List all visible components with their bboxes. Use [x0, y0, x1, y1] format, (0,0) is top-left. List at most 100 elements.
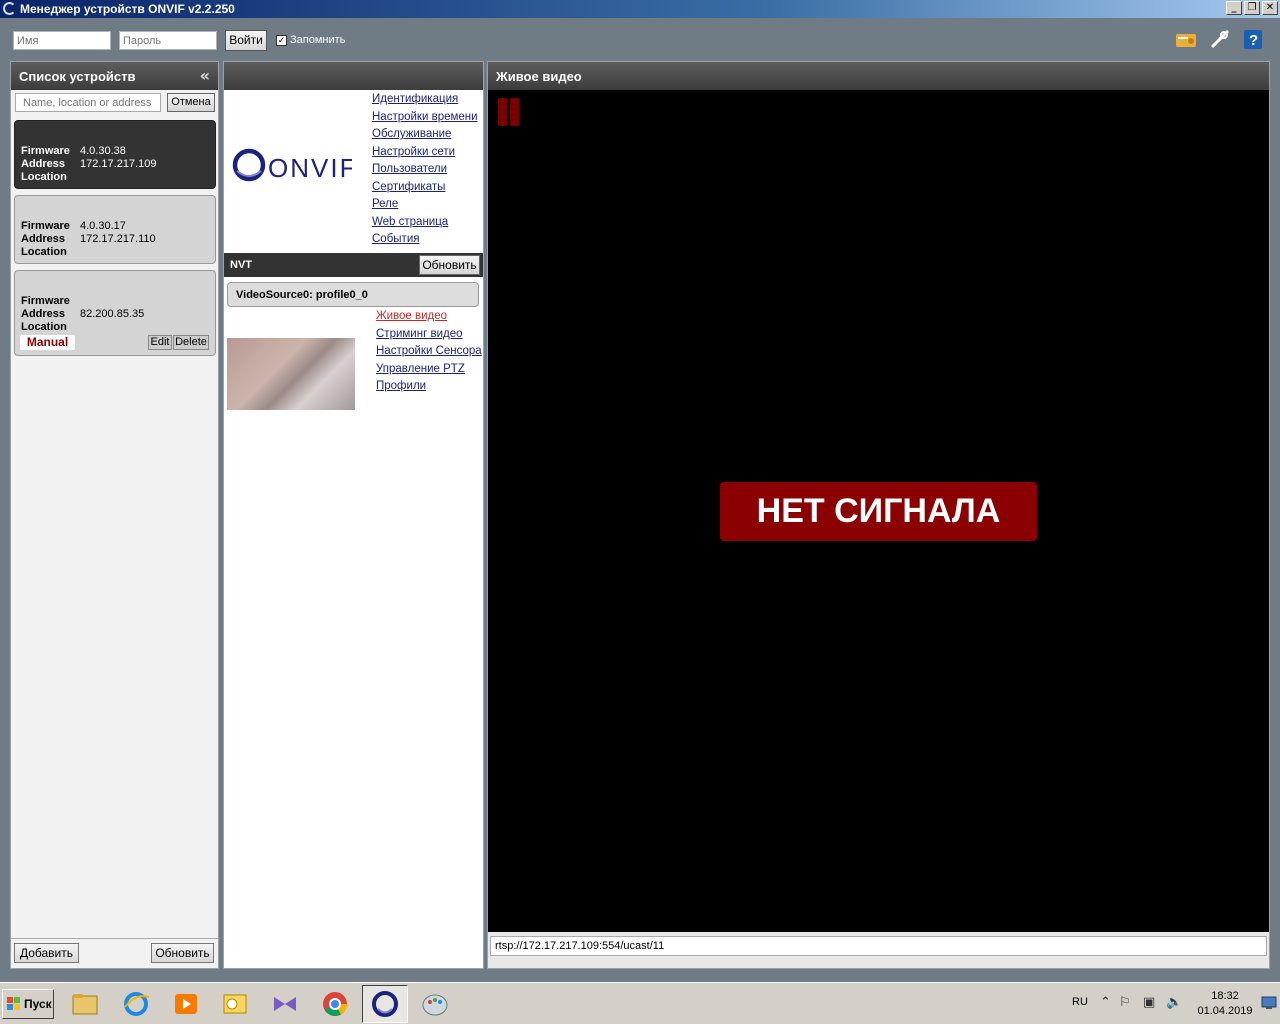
location-label: Location — [21, 246, 67, 258]
link-video-streaming[interactable]: Стриминг видео — [376, 328, 482, 346]
start-label: Пуск — [24, 997, 52, 1011]
refresh-devices-button[interactable]: Обновить — [151, 943, 214, 963]
nvt-refresh-button[interactable]: Обновить — [419, 255, 480, 275]
link-identification[interactable]: Идентификация — [372, 93, 478, 111]
window-title: Менеджер устройств ONVIF v2.2.250 — [20, 2, 235, 16]
checkbox-icon[interactable]: ✓ — [276, 34, 287, 46]
link-web-page[interactable]: Web страница — [372, 216, 478, 234]
firmware-value: 4.0.30.38 — [80, 145, 126, 157]
manual-badge: Manual — [20, 335, 75, 350]
internet-explorer-icon[interactable] — [113, 985, 159, 1023]
minimize-icon[interactable]: _ — [1226, 1, 1242, 15]
video-viewport[interactable]: НЕТ СИГНАЛА — [488, 90, 1269, 932]
chrome-icon[interactable] — [312, 985, 358, 1023]
windows-logo-icon — [7, 997, 20, 1010]
show-hidden-icons-icon[interactable]: ⌃ — [1100, 995, 1116, 1011]
device-list-footer: Добавить Обновить — [11, 938, 218, 968]
delete-device-button[interactable]: Delete — [173, 335, 209, 350]
collapse-icon[interactable]: « — [200, 66, 210, 85]
link-events[interactable]: События — [372, 233, 478, 251]
live-video-header: Живое видео — [488, 62, 1269, 90]
firmware-label: Firmware — [21, 295, 70, 307]
app-icon — [3, 2, 16, 15]
search-row: Отмена — [11, 90, 218, 120]
link-live-video[interactable]: Живое видео — [376, 310, 482, 328]
visual-studio-icon[interactable] — [262, 985, 308, 1023]
help-icon[interactable]: ? — [1241, 27, 1265, 51]
device-item[interactable]: Firmware 4.0.30.17 Address 172.17.217.110 … — [14, 195, 216, 264]
device-search-input[interactable] — [15, 93, 161, 112]
address-value: 172.17.217.109 — [80, 158, 157, 170]
link-sensor-settings[interactable]: Настройки Сенсора — [376, 345, 482, 363]
address-label: Address — [21, 158, 66, 170]
cancel-search-button[interactable]: Отмена — [167, 93, 215, 112]
show-desktop-icon[interactable] — [1261, 995, 1277, 1011]
firmware-value: 4.0.30.17 — [80, 220, 126, 232]
pause-icon[interactable] — [498, 98, 519, 126]
nvt-label: NVT — [230, 259, 252, 271]
clock-date: 01.04.2019 — [1197, 1005, 1253, 1017]
device-item[interactable]: Firmware Address 82.200.85.35 Location Ma… — [14, 270, 216, 356]
explorer-icon[interactable] — [62, 985, 108, 1023]
video-source-header[interactable]: VideoSource0: profile0_0 — [227, 282, 479, 307]
remember-label: Запомнить — [290, 34, 346, 46]
device-list-header: Список устройств « — [11, 62, 218, 90]
onvif-logo-text: ONVIF — [268, 153, 352, 183]
firmware-label: Firmware — [21, 145, 70, 157]
device-list-title: Список устройств — [19, 69, 136, 84]
window-controls: _ ❐ ✕ — [1226, 1, 1278, 15]
clock-time: 18:32 — [1211, 990, 1239, 1002]
volume-icon[interactable]: 🔈 — [1166, 995, 1182, 1011]
remember-checkbox[interactable]: ✓ Запомнить — [276, 34, 345, 46]
live-video-panel: Живое видео НЕТ СИГНАЛА rtsp://172.17.21… — [487, 61, 1270, 969]
link-users[interactable]: Пользователи — [372, 163, 478, 181]
network-icon[interactable]: ▣ — [1143, 995, 1159, 1011]
video-links: Живое видео Стриминг видео Настройки Сен… — [376, 310, 482, 398]
device-details-header — [224, 62, 483, 90]
location-label: Location — [21, 171, 67, 183]
address-label: Address — [21, 308, 66, 320]
location-label: Location — [21, 321, 67, 333]
device-details-panel: ONVIF Идентификация Настройки времени Об… — [223, 61, 484, 969]
firmware-label: Firmware — [21, 220, 70, 232]
link-relay[interactable]: Реле — [372, 198, 478, 216]
clock[interactable]: 18:32 01.04.2019 — [1190, 989, 1260, 1019]
device-list-panel: Список устройств « Отмена Firmware 4.0.30… — [10, 61, 219, 969]
outlook-icon[interactable] — [212, 985, 258, 1023]
onvif-manager-task-icon[interactable] — [362, 985, 408, 1023]
link-profiles[interactable]: Профили — [376, 380, 482, 398]
video-thumbnail[interactable] — [227, 338, 355, 410]
no-signal-banner: НЕТ СИГНАЛА — [720, 482, 1037, 541]
device-item[interactable]: Firmware 4.0.30.38 Address 172.17.217.109 … — [14, 120, 216, 189]
paint-icon[interactable] — [412, 985, 458, 1023]
media-player-icon[interactable] — [163, 985, 209, 1023]
start-button[interactable]: Пуск — [2, 989, 54, 1019]
device-settings-links: Идентификация Настройки времени Обслужив… — [372, 93, 478, 251]
tools-icon[interactable] — [1208, 27, 1232, 51]
login-toolbar: Войти ✓ Запомнить ? — [0, 18, 1280, 60]
link-certificates[interactable]: Сертификаты — [372, 181, 478, 199]
settings-card-icon[interactable] — [1174, 27, 1198, 51]
stream-url-field[interactable]: rtsp://172.17.217.109:554/ucast/11 — [490, 936, 1267, 956]
nvt-bar: NVT Обновить — [224, 253, 483, 277]
address-value: 172.17.217.110 — [80, 233, 156, 245]
title-bar: Менеджер устройств ONVIF v2.2.250 _ ❐ ✕ — [0, 0, 1280, 18]
login-button[interactable]: Войти — [225, 30, 267, 51]
username-input[interactable] — [13, 31, 111, 50]
link-network-settings[interactable]: Настройки сети — [372, 146, 478, 164]
address-value: 82.200.85.35 — [80, 308, 145, 320]
svg-text:?: ? — [1249, 32, 1258, 49]
edit-device-button[interactable]: Edit — [148, 335, 172, 350]
link-ptz-control[interactable]: Управление PTZ — [376, 363, 482, 381]
link-maintenance[interactable]: Обслуживание — [372, 128, 478, 146]
add-device-button[interactable]: Добавить — [14, 943, 79, 963]
taskbar: Пуск RU ⌃ ⚐ ▣ 🔈 18:32 01.04.2019 — [0, 982, 1280, 1024]
link-time-settings[interactable]: Настройки времени — [372, 111, 478, 129]
restore-icon[interactable]: ❐ — [1244, 1, 1260, 15]
close-icon[interactable]: ✕ — [1262, 1, 1278, 15]
action-center-flag-icon[interactable]: ⚐ — [1119, 995, 1135, 1011]
password-input[interactable] — [119, 31, 217, 50]
address-label: Address — [21, 233, 66, 245]
language-indicator[interactable]: RU — [1072, 996, 1088, 1008]
live-video-title: Живое видео — [496, 69, 582, 84]
